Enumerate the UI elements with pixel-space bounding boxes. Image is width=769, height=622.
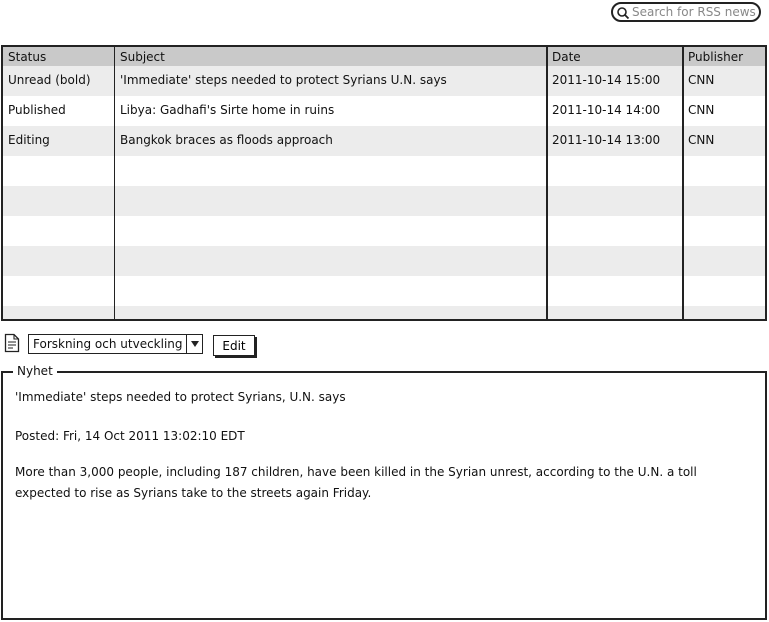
cell-status: Unread (bold) xyxy=(8,73,91,87)
news-table: Status Subject Date Publisher Unread (bo… xyxy=(1,45,767,321)
news-body-line: expected to rise as Syrians take to the … xyxy=(15,486,372,500)
category-dropdown-value: Forskning och utveckling xyxy=(33,337,183,351)
search-placeholder: Search for RSS news xyxy=(632,5,756,19)
table-row[interactable]: Published Libya: Gadhafi's Sirte home in… xyxy=(3,96,765,126)
column-header-subject[interactable]: Subject xyxy=(120,50,165,64)
category-dropdown[interactable]: Forskning och utveckling xyxy=(28,334,203,354)
chevron-down-icon[interactable] xyxy=(186,335,202,353)
column-header-status[interactable]: Status xyxy=(8,50,46,64)
cell-publisher: CNN xyxy=(688,73,715,87)
panel-legend: Nyhet xyxy=(13,364,57,378)
cell-publisher: CNN xyxy=(688,103,715,117)
cell-publisher: CNN xyxy=(688,133,715,147)
column-divider[interactable] xyxy=(546,47,548,319)
cell-status: Published xyxy=(8,103,66,117)
table-row[interactable]: Editing Bangkok braces as floods approac… xyxy=(3,126,765,156)
column-header-date[interactable]: Date xyxy=(552,50,581,64)
news-posted: Posted: Fri, 14 Oct 2011 13:02:10 EDT xyxy=(15,429,245,443)
search-input[interactable]: Search for RSS news xyxy=(611,2,761,22)
news-detail-panel: Nyhet 'Immediate' steps needed to protec… xyxy=(1,364,767,620)
cell-date: 2011-10-14 14:00 xyxy=(552,103,661,117)
cell-subject: Bangkok braces as floods approach xyxy=(120,133,333,147)
cell-date: 2011-10-14 15:00 xyxy=(552,73,661,87)
table-row-empty xyxy=(3,276,765,306)
column-divider[interactable] xyxy=(682,47,684,319)
table-row-empty xyxy=(3,246,765,276)
table-row-empty xyxy=(3,156,765,186)
table-row-empty xyxy=(3,216,765,246)
cell-subject: Libya: Gadhafi's Sirte home in ruins xyxy=(120,103,335,117)
table-row[interactable]: Unread (bold) 'Immediate' steps needed t… xyxy=(3,66,765,96)
table-header: Status Subject Date Publisher xyxy=(3,47,765,66)
table-row-empty xyxy=(3,306,765,319)
table-row-empty xyxy=(3,186,765,216)
edit-button[interactable]: Edit xyxy=(213,335,255,356)
news-body-line: More than 3,000 people, including 187 ch… xyxy=(15,465,697,479)
cell-status: Editing xyxy=(8,133,50,147)
column-divider[interactable] xyxy=(114,47,115,319)
search-icon xyxy=(617,7,630,20)
cell-subject: 'Immediate' steps needed to protect Syri… xyxy=(120,73,447,87)
document-icon xyxy=(4,333,20,353)
cell-date: 2011-10-14 13:00 xyxy=(552,133,661,147)
column-header-publisher[interactable]: Publisher xyxy=(688,50,743,64)
news-title: 'Immediate' steps needed to protect Syri… xyxy=(15,390,346,404)
